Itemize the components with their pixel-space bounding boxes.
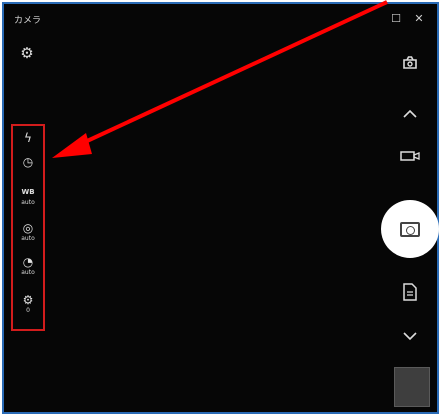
focus-icon: ◎ bbox=[22, 221, 34, 235]
switch-camera-icon bbox=[403, 56, 417, 69]
switch-camera-button[interactable] bbox=[396, 50, 424, 74]
pro-mode-panel: ϟ ◷ WB auto ◎ auto ◔ auto ⚙ 0 bbox=[11, 124, 45, 331]
white-balance-icon: WB bbox=[21, 188, 35, 196]
video-mode-button[interactable] bbox=[396, 144, 424, 168]
gear-icon: ⚙ bbox=[20, 44, 34, 62]
chevron-down-icon bbox=[403, 332, 417, 341]
flash-icon: ϟ bbox=[24, 131, 32, 145]
brightness-value: 0 bbox=[26, 307, 30, 314]
maximize-icon: ☐ bbox=[391, 11, 401, 25]
timer-button[interactable]: ◷ bbox=[13, 156, 43, 169]
document-mode-button[interactable] bbox=[396, 280, 424, 304]
take-photo-button[interactable] bbox=[381, 200, 439, 258]
exposure-button[interactable]: ◔ auto bbox=[13, 256, 43, 277]
brightness-button[interactable]: ⚙ 0 bbox=[13, 294, 43, 315]
app-title: カメラ bbox=[14, 16, 42, 26]
expand-modes-button[interactable] bbox=[396, 324, 424, 348]
timer-icon: ◷ bbox=[22, 155, 34, 169]
close-icon: ✕ bbox=[414, 11, 424, 25]
camera-window: カメラ ☐ ✕ ⚙ ϟ ◷ WB auto ◎ auto ◔ auto ⚙ 0 bbox=[2, 2, 439, 414]
white-balance-value: auto bbox=[21, 199, 35, 206]
title-bar: カメラ ☐ ✕ bbox=[4, 4, 437, 34]
flash-button[interactable]: ϟ bbox=[13, 132, 43, 145]
camera-icon bbox=[400, 221, 420, 237]
focus-button[interactable]: ◎ auto bbox=[13, 222, 43, 243]
video-icon bbox=[400, 151, 420, 161]
chevron-up-icon bbox=[403, 109, 417, 118]
exposure-icon: ◔ bbox=[22, 255, 34, 269]
document-icon bbox=[403, 283, 417, 301]
close-button[interactable]: ✕ bbox=[408, 9, 430, 27]
collapse-modes-button[interactable] bbox=[396, 102, 424, 126]
last-photo-thumbnail[interactable] bbox=[394, 367, 430, 407]
focus-value: auto bbox=[21, 235, 35, 242]
maximize-button[interactable]: ☐ bbox=[385, 9, 407, 27]
exposure-value: auto bbox=[21, 269, 35, 276]
white-balance-button[interactable]: WB auto bbox=[13, 186, 43, 207]
brightness-icon: ⚙ bbox=[22, 293, 34, 307]
settings-button[interactable]: ⚙ bbox=[16, 42, 38, 64]
